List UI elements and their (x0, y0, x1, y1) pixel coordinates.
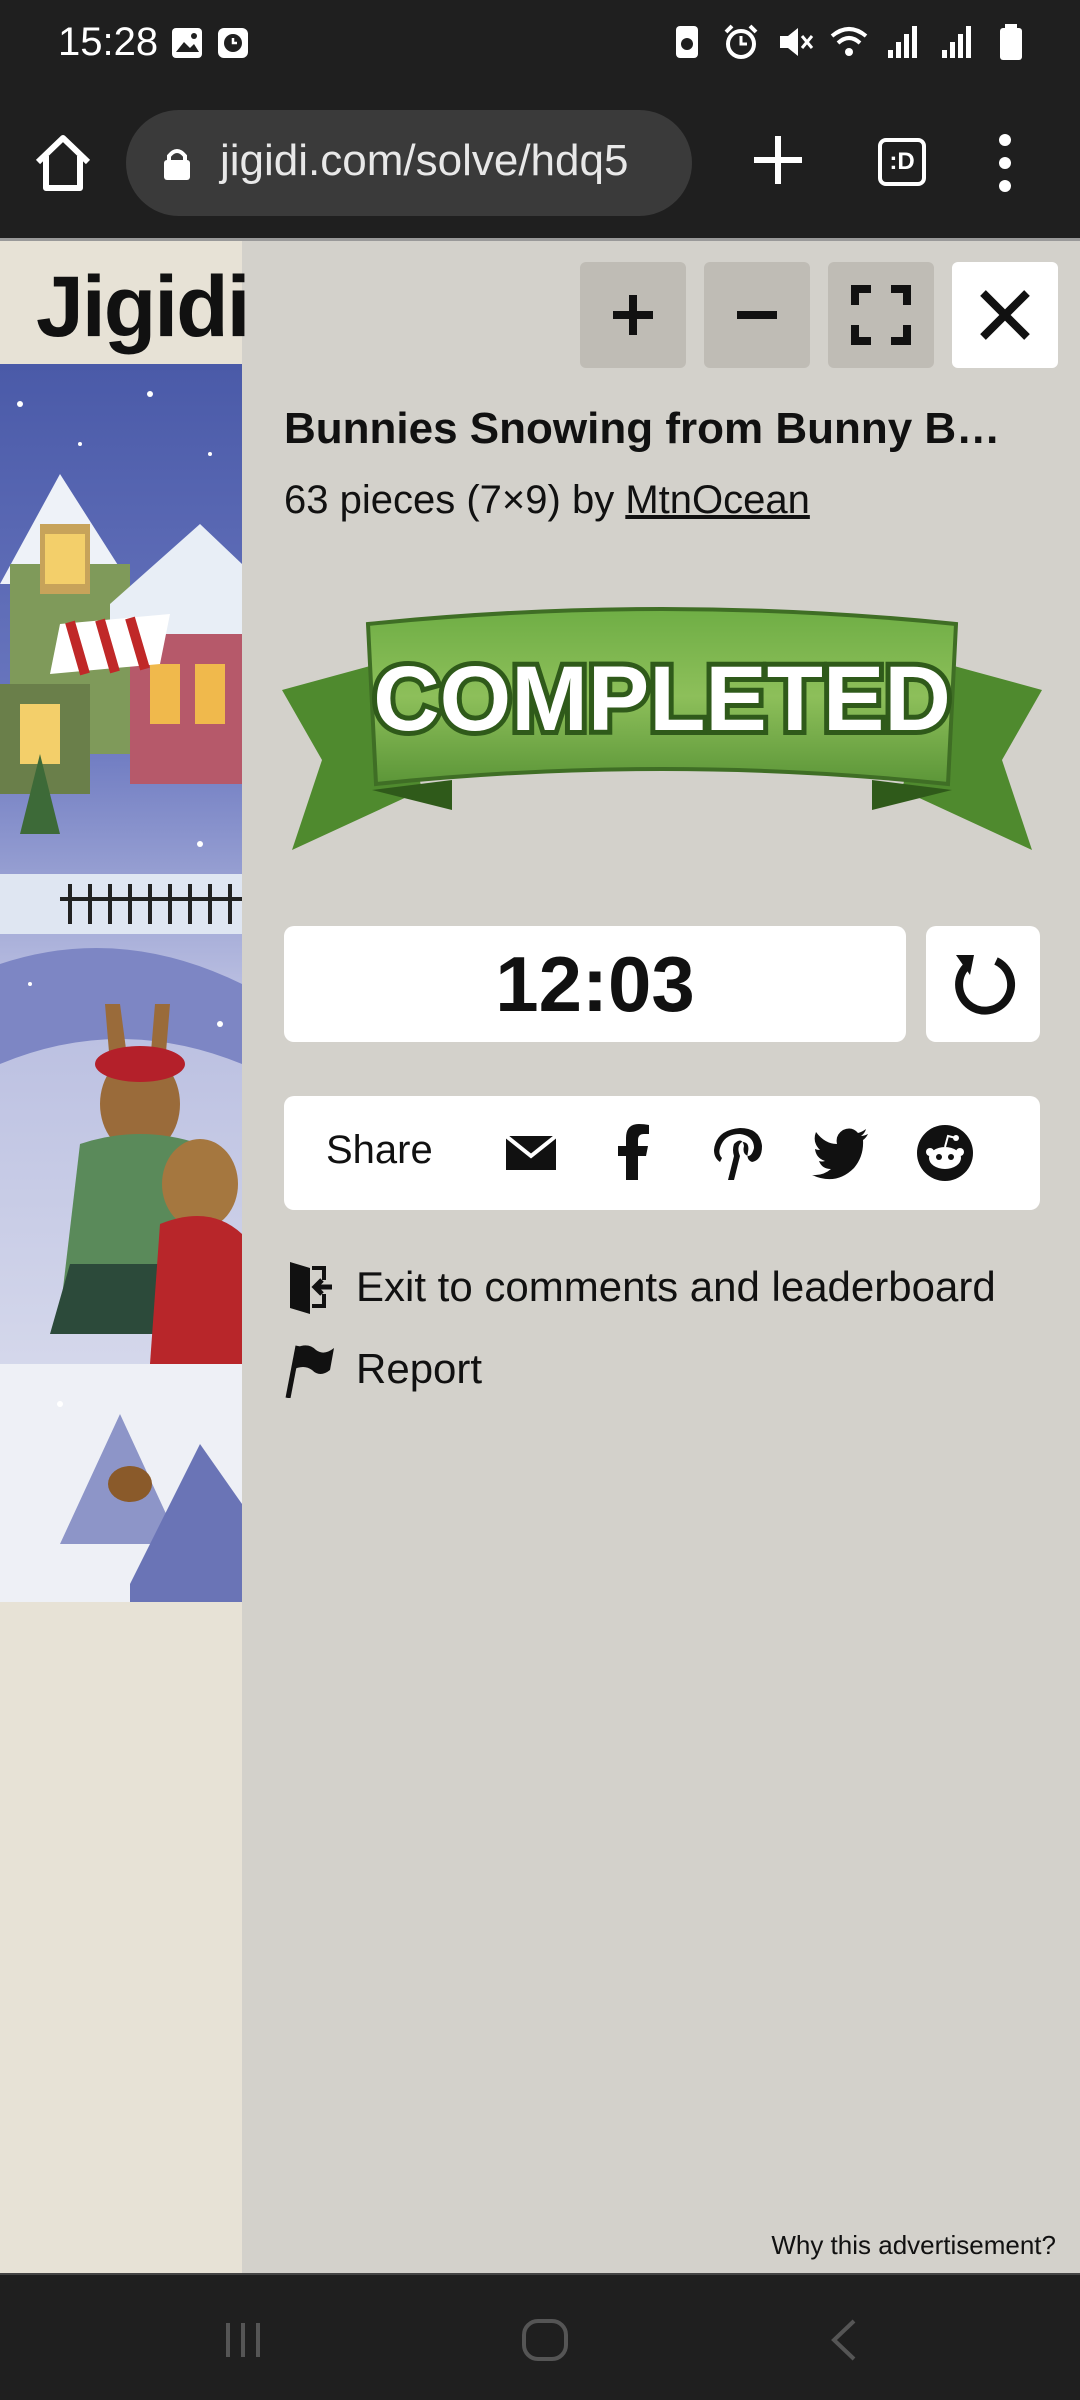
fullscreen-button[interactable] (828, 262, 934, 368)
reddit-icon[interactable] (916, 1124, 974, 1182)
puzzle-meta: 63 pieces (7×9) by MtnOcean (284, 478, 810, 523)
site-logo[interactable]: Jigidi (36, 258, 251, 357)
signal-icon (888, 26, 917, 58)
twitter-icon[interactable] (812, 1124, 870, 1182)
share-label: Share (326, 1128, 433, 1172)
status-bar: 15:28 (0, 0, 1080, 88)
plus-icon (613, 295, 653, 335)
pinterest-icon[interactable] (708, 1124, 766, 1182)
completed-text: COMPLETED (373, 648, 951, 750)
wifi-icon (830, 27, 868, 56)
minus-icon (737, 311, 777, 319)
restart-button[interactable] (926, 926, 1040, 1042)
url-text: jigidi.com/solve/hdq5 (220, 136, 629, 185)
home-icon[interactable] (30, 130, 96, 196)
close-button[interactable] (952, 262, 1058, 368)
home-nav-icon[interactable] (520, 2315, 570, 2365)
email-icon[interactable] (502, 1124, 560, 1182)
share-panel: Share (284, 1096, 1040, 1210)
system-nav-bar (0, 2273, 1080, 2400)
new-tab-icon[interactable] (748, 130, 808, 190)
restart-icon (955, 955, 1016, 1015)
ad-info-link[interactable]: Why this advertisement? (771, 2230, 1056, 2261)
report-link[interactable]: Report (284, 1340, 482, 1398)
recent-apps-icon[interactable] (218, 2315, 268, 2365)
browser-toolbar: jigidi.com/solve/hdq5 :D (0, 88, 1080, 238)
mute-icon (780, 28, 814, 56)
author-link[interactable]: MtnOcean (625, 478, 810, 522)
exit-link-label: Exit to comments and leaderboard (356, 1263, 996, 1310)
battery-saver-icon (676, 26, 698, 58)
puzzle-title: Bunnies Snowing from Bunny B… (284, 404, 1001, 453)
puzzle-image[interactable] (0, 364, 242, 1602)
zoom-out-button[interactable] (704, 262, 810, 368)
lock-icon (164, 149, 190, 180)
status-icons (668, 22, 1030, 62)
exit-to-comments-link[interactable]: Exit to comments and leaderboard (284, 1258, 996, 1316)
battery-icon (1000, 24, 1022, 60)
flag-icon (285, 1345, 334, 1398)
back-icon[interactable] (820, 2315, 870, 2365)
status-time: 15:28 (58, 20, 159, 64)
close-icon (980, 290, 1030, 340)
puzzle-meta-text: 63 pieces (7×9) by (284, 478, 626, 522)
signal-icon-2 (942, 26, 971, 58)
more-menu-icon[interactable] (990, 128, 1020, 198)
facebook-icon[interactable] (604, 1124, 662, 1182)
report-link-label: Report (356, 1345, 483, 1392)
clock-app-icon (218, 28, 248, 58)
timer-display: 12:03 (284, 926, 906, 1042)
address-bar[interactable]: jigidi.com/solve/hdq5 (126, 110, 692, 216)
completed-banner: COMPLETED (282, 607, 1042, 850)
alarm-icon (724, 24, 758, 59)
tab-switcher-button[interactable]: :D (878, 138, 926, 186)
exit-door-icon (290, 1262, 332, 1314)
gallery-icon (172, 28, 202, 58)
zoom-in-button[interactable] (580, 262, 686, 368)
fullscreen-icon (851, 285, 911, 345)
